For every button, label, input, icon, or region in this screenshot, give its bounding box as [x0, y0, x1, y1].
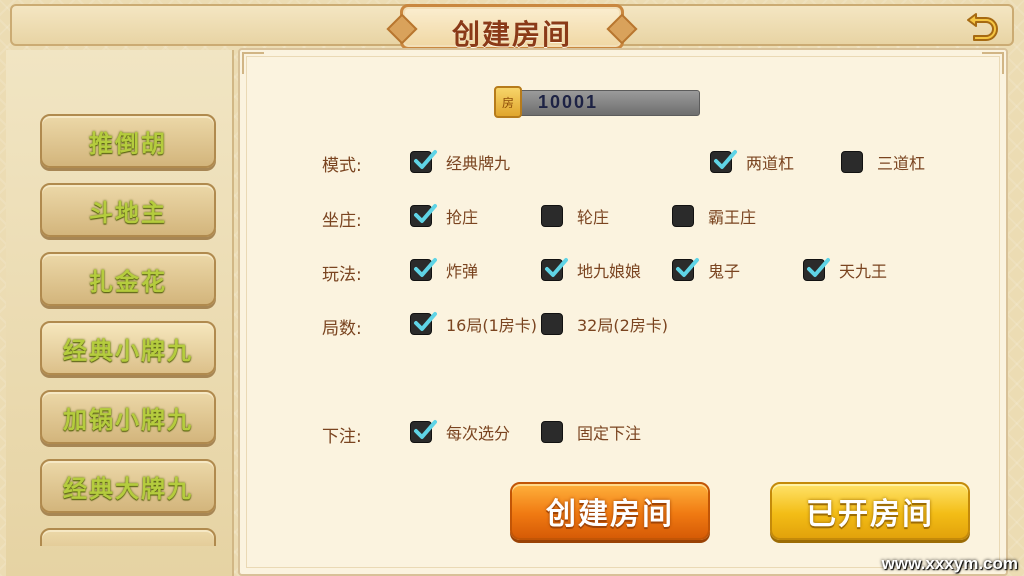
- option-checkbox[interactable]: 轮庄: [541, 204, 609, 228]
- row-label-mode: 模式:: [322, 156, 362, 176]
- category-button-partial[interactable]: [40, 528, 216, 546]
- row-label-play: 玩法:: [322, 265, 362, 285]
- checkbox[interactable]: [841, 151, 863, 173]
- opened-rooms-button[interactable]: 已开房间: [770, 482, 970, 540]
- category-label: 经典大牌九: [63, 474, 193, 503]
- check-mark-icon: [714, 150, 737, 169]
- check-mark-icon: [807, 258, 830, 277]
- option-label: 每次选分: [446, 424, 511, 443]
- row-label-rounds: 局数:: [322, 319, 362, 339]
- option-checkbox[interactable]: 32局(2房卡): [541, 312, 668, 336]
- panel-corner: [242, 52, 264, 74]
- checkbox[interactable]: [672, 258, 699, 281]
- option-checkbox[interactable]: 两道杠: [710, 150, 794, 174]
- checkbox[interactable]: [410, 204, 437, 227]
- category-label: 推倒胡: [89, 129, 167, 158]
- option-checkbox[interactable]: 固定下注: [541, 420, 641, 444]
- check-mark-icon: [414, 420, 437, 439]
- row-label-bet: 下注:: [322, 427, 362, 447]
- option-checkbox[interactable]: 抢庄: [410, 204, 478, 228]
- option-label: 鬼子: [708, 262, 741, 281]
- option-label: 32局(2房卡): [577, 316, 669, 335]
- return-arrow-icon: [967, 13, 998, 41]
- checkbox[interactable]: [410, 312, 437, 335]
- checkbox[interactable]: [803, 258, 830, 281]
- option-label: 16局(1房卡): [446, 316, 538, 335]
- create-room-button[interactable]: 创建房间: [510, 482, 710, 540]
- option-checkbox[interactable]: 鬼子: [672, 258, 740, 282]
- checkbox[interactable]: [410, 150, 437, 173]
- page-title: 创建房间: [451, 18, 572, 51]
- game-category-list[interactable]: 推倒胡 斗地主 扎金花 经典小牌九 加锅小牌九 经典大牌九: [40, 114, 216, 546]
- option-checkbox[interactable]: 三道杠: [841, 150, 925, 174]
- option-label: 地九娘娘: [577, 262, 642, 281]
- option-label: 霸王庄: [708, 208, 757, 227]
- option-label: 固定下注: [577, 424, 642, 443]
- option-label: 炸弹: [446, 262, 479, 281]
- option-label: 天九王: [839, 262, 888, 281]
- option-label: 抢庄: [446, 208, 479, 227]
- option-checkbox[interactable]: 每次选分: [410, 420, 510, 444]
- option-checkbox[interactable]: 地九娘娘: [541, 258, 641, 282]
- check-mark-icon: [545, 258, 568, 277]
- option-checkbox[interactable]: 霸王庄: [672, 204, 756, 228]
- category-button-tuidaohu[interactable]: 推倒胡: [40, 114, 216, 168]
- room-badge-icon: 房: [494, 86, 522, 118]
- option-checkbox[interactable]: 经典牌九: [410, 150, 510, 174]
- category-button-jiaguo-small-paijiu[interactable]: 加锅小牌九: [40, 390, 216, 444]
- check-mark-icon: [414, 204, 437, 223]
- category-button-zhajinhua[interactable]: 扎金花: [40, 252, 216, 306]
- checkbox[interactable]: [410, 420, 437, 443]
- category-button-classic-big-paijiu[interactable]: 经典大牌九: [40, 459, 216, 513]
- checkbox[interactable]: [541, 313, 563, 335]
- check-mark-icon: [676, 258, 699, 277]
- category-label: 斗地主: [89, 198, 167, 227]
- checkbox[interactable]: [710, 150, 737, 173]
- check-mark-icon: [414, 150, 437, 169]
- checkbox[interactable]: [410, 258, 437, 281]
- option-label: 三道杠: [877, 154, 926, 173]
- opened-rooms-label: 已开房间: [806, 497, 934, 532]
- option-checkbox[interactable]: 天九王: [803, 258, 887, 282]
- option-label: 两道杠: [746, 154, 795, 173]
- option-checkbox[interactable]: 16局(1房卡): [410, 312, 537, 336]
- watermark: www.xxxym.com: [881, 554, 1018, 573]
- option-label: 轮庄: [577, 208, 610, 227]
- checkbox[interactable]: [541, 205, 563, 227]
- check-mark-icon: [414, 312, 437, 331]
- panel-corner: [982, 52, 1004, 74]
- category-label: 经典小牌九: [63, 336, 193, 365]
- category-button-doudizhu[interactable]: 斗地主: [40, 183, 216, 237]
- option-label: 经典牌九: [446, 154, 511, 173]
- back-button[interactable]: [964, 8, 1002, 42]
- check-mark-icon: [414, 258, 437, 277]
- title-plate: 创建房间: [400, 4, 624, 51]
- create-room-label: 创建房间: [546, 497, 674, 532]
- category-label: 加锅小牌九: [63, 405, 193, 434]
- option-checkbox[interactable]: 炸弹: [410, 258, 478, 282]
- checkbox[interactable]: [541, 258, 568, 281]
- category-label: 扎金花: [89, 267, 167, 296]
- checkbox[interactable]: [672, 205, 694, 227]
- row-label-banker: 坐庄:: [322, 211, 362, 231]
- category-button-classic-small-paijiu[interactable]: 经典小牌九: [40, 321, 216, 375]
- checkbox[interactable]: [541, 421, 563, 443]
- room-number: 10001: [538, 92, 599, 112]
